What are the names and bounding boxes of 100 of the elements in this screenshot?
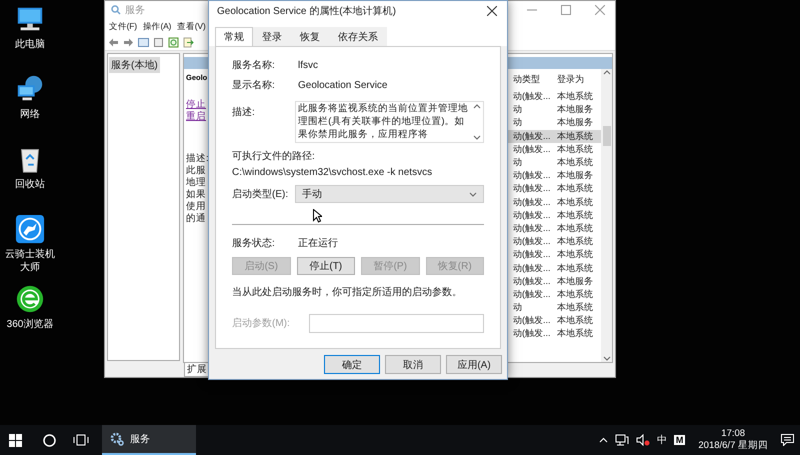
browser-icon (15, 284, 45, 314)
startup-type-dropdown[interactable]: 手动 (295, 185, 484, 203)
muted-speaker-icon[interactable] (636, 434, 650, 446)
field-label: 启动类型(E): (232, 188, 290, 201)
table-cell-text: 动(触发... (513, 130, 552, 143)
dialog-button[interactable]: 取消 (385, 355, 441, 374)
field-label: 可执行文件的路径: (232, 150, 316, 163)
console-tree-icon[interactable] (138, 36, 149, 48)
table-cell-text: 本地系统 (557, 182, 594, 196)
description-text: 的通 (186, 213, 206, 225)
table-cell-text: 本地系统 (557, 222, 594, 235)
table-cell-text: 动(触发... (513, 182, 552, 196)
scrollbar-thumb[interactable] (602, 126, 610, 146)
search-icon (111, 5, 121, 15)
desktop-icon-label[interactable]: 回收站 (4, 178, 56, 191)
table-cell-text: 动(触发... (513, 222, 552, 235)
table-cell-text: 动(触发... (513, 314, 552, 328)
table-cell-text: 本地服务 (557, 169, 594, 182)
service-status: 正在运行 (298, 236, 338, 250)
parameters-field[interactable] (308, 314, 484, 332)
dialog-button[interactable]: 确定 (324, 355, 380, 374)
desktop-icon-label[interactable]: 云骑士装机大师 (4, 248, 56, 274)
table-cell-text: 动(触发... (513, 169, 552, 182)
table-cell-text: 动 (513, 301, 523, 314)
view-tab[interactable]: 扩展 (184, 363, 210, 377)
hint-text: 当从此处启动服务时，你可指定所适用的启动参数。 (232, 286, 463, 299)
table-cell-text: 本地服务 (557, 103, 594, 116)
table-cell-text: 动(触发... (513, 142, 552, 156)
scroll-down-icon[interactable] (473, 135, 481, 140)
table-cell-text: 动 (513, 156, 523, 170)
close-icon (595, 5, 605, 15)
table-cell-text: 本地系统 (557, 90, 594, 104)
executable-path: C:\windows\system32\svchost.exe -k netsvcs (232, 167, 434, 178)
maximize-icon (561, 5, 571, 15)
table-cell-text: 本地系统 (557, 314, 594, 328)
display-name: Geolocation Service (298, 80, 388, 90)
scroll-up-icon[interactable] (473, 104, 481, 109)
dialog-button[interactable]: 应用(A) (446, 355, 502, 374)
refresh-icon[interactable] (168, 36, 179, 48)
field-label: 显示名称: (232, 79, 276, 92)
gear-icon (110, 432, 124, 446)
tab[interactable]: 常规 (215, 27, 253, 46)
action-link[interactable]: 停止 (186, 99, 206, 111)
table-cell-text: 动(触发... (513, 196, 552, 209)
table-cell-text: 本地服务 (557, 116, 594, 130)
table-cell-text: 动(触发... (513, 288, 552, 301)
export-icon[interactable] (183, 36, 194, 48)
table-cell-text: 动 (513, 103, 523, 116)
table-cell-text: 本地系统 (557, 248, 594, 262)
input-method-indicator[interactable]: 中 (656, 433, 667, 447)
desktop-icon-label[interactable]: 网络 (4, 108, 56, 121)
menu-item[interactable]: 文件(F) (109, 20, 137, 32)
field-label: 服务名称: (232, 59, 276, 72)
table-cell-text: 本地服务 (557, 274, 594, 288)
table-cell-text: 本地系统 (557, 235, 594, 248)
action-link[interactable]: 重启 (186, 111, 206, 123)
taskbar-app-button[interactable]: 服务 (102, 425, 196, 455)
windows-logo-icon (8, 434, 22, 446)
table-cell-text: 本地系统 (557, 130, 594, 143)
column-header[interactable]: 登录为 (557, 73, 601, 86)
tab[interactable]: 恢复 (291, 27, 329, 46)
table-cell-text: 本地系统 (557, 196, 594, 209)
table-cell-text: 本地系统 (557, 288, 594, 301)
network-icon[interactable] (614, 434, 629, 446)
desktop-icon-label[interactable]: 360浏览器 (4, 318, 56, 331)
field-label: 描述: (232, 106, 256, 119)
back-arrow-icon[interactable] (108, 36, 119, 48)
scroll-down-icon[interactable] (602, 356, 610, 362)
scroll-up-icon[interactable] (602, 69, 610, 75)
circle-icon (42, 434, 56, 446)
notification-icon[interactable] (781, 434, 794, 446)
service-name: lfsvc (298, 60, 318, 70)
table-cell-text: 动(触发... (513, 274, 552, 288)
menu-item[interactable]: 查看(V) (177, 20, 206, 32)
forward-arrow-icon[interactable] (123, 36, 134, 48)
desktop-icon-label[interactable]: 此电脑 (4, 38, 56, 51)
field-label: 服务状态: (232, 236, 276, 250)
menu-item[interactable]: 操作(A) (142, 20, 172, 32)
horse-rider-icon (15, 214, 45, 244)
chevron-up-icon[interactable] (598, 437, 608, 443)
table-cell-text: 本地系统 (557, 142, 594, 156)
field-label: 启动参数(M): (232, 316, 291, 330)
clock[interactable]: 17:08 2018/6/7 星期四 (698, 428, 768, 452)
tab[interactable]: 依存关系 (329, 27, 387, 46)
table-cell-text: 本地系统 (557, 208, 594, 222)
table-cell-text: 本地系统 (557, 327, 594, 340)
task-view-icon (73, 434, 89, 446)
column-header[interactable]: 动类型 (513, 73, 557, 86)
window-title: 服务 (125, 4, 145, 17)
table-cell-text: 动(触发... (513, 262, 552, 275)
scrollbar[interactable] (601, 69, 612, 362)
input-mode-badge[interactable]: M (674, 435, 686, 445)
dialog-title: Geolocation Service 的属性(本地计算机) (217, 4, 397, 18)
tab[interactable]: 登录 (253, 27, 291, 46)
properties-icon[interactable] (153, 36, 164, 48)
service-control-button[interactable]: 停止(T) (296, 257, 355, 275)
description-text: 描述: (186, 153, 209, 165)
description-field[interactable]: 此服务将监视系统的当前位置并管理地理围栏(具有关联事件的地理位置)。如果你禁用此服务，应用程序将 (295, 101, 484, 143)
table-cell-text: 动(触发... (513, 248, 552, 262)
tree-item[interactable]: 服务(本地) (109, 57, 160, 73)
